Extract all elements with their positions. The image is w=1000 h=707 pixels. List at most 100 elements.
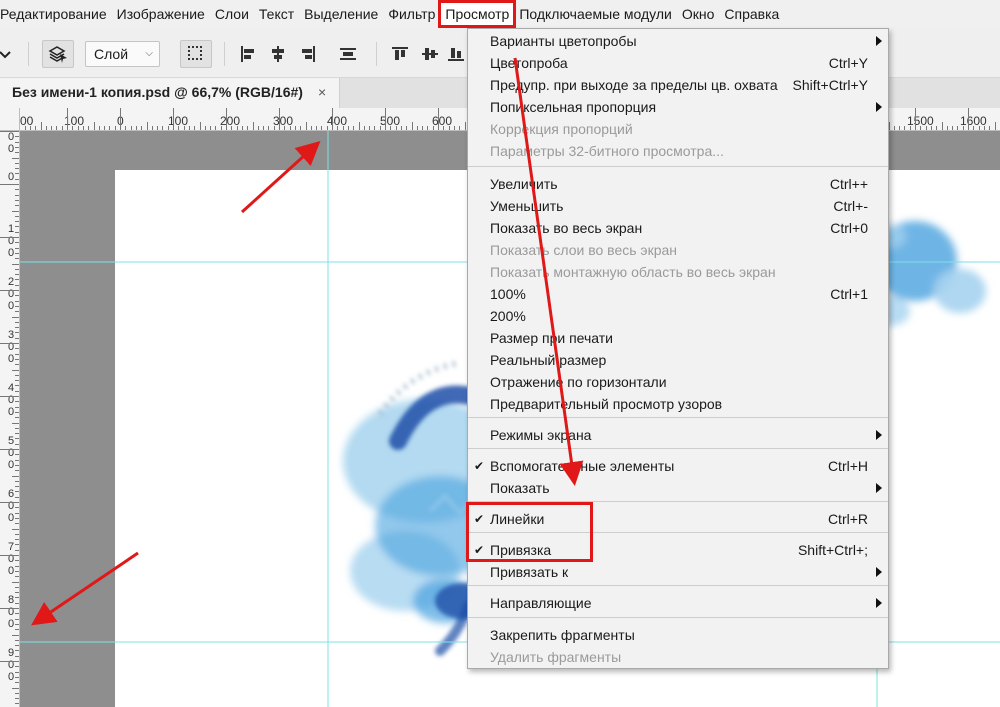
view-menu-item[interactable]: Увеличить Ctrl++ <box>468 173 888 195</box>
menu-view[interactable]: Просмотр <box>438 0 517 28</box>
ruler-tick <box>15 512 19 514</box>
view-menu-item-shortcut: Ctrl+- <box>833 198 868 214</box>
ruler-tick <box>93 122 95 130</box>
ruler-tick <box>15 221 19 223</box>
ruler-tick <box>15 698 19 700</box>
menu-window[interactable]: Окно <box>677 2 720 26</box>
view-menu-item[interactable]: Реальный размер <box>468 349 888 371</box>
ruler-tick <box>15 205 19 207</box>
view-menu-item[interactable]: Попиксельная пропорция <box>468 96 888 118</box>
menu-image[interactable]: Изображение <box>112 2 210 26</box>
align-left-button[interactable] <box>236 40 260 68</box>
ruler-tick <box>438 108 439 130</box>
ruler-tick <box>989 126 991 130</box>
bounding-box-icon <box>188 46 202 60</box>
align-hcenter-button[interactable] <box>266 40 290 68</box>
menu-plugins[interactable]: Подключаемые модули <box>514 2 677 26</box>
ruler-tick <box>210 126 212 130</box>
view-menu-item-label: Увеличить <box>490 176 558 192</box>
ruler-tick <box>0 290 19 291</box>
layer-select[interactable]: Слой ⌵ <box>85 41 160 67</box>
view-menu-item[interactable]: Отражение по горизонтали <box>468 371 888 393</box>
view-menu-item[interactable]: Режимы экрана <box>468 424 888 446</box>
view-menu-item[interactable]: Цветопроба Ctrl+Y <box>468 52 888 74</box>
ruler-tick <box>15 374 19 376</box>
ruler-tick <box>220 126 222 130</box>
view-menu-item-shortcut: Shift+Ctrl+; <box>797 542 868 558</box>
align-right-button[interactable] <box>296 40 320 68</box>
ruler-tick <box>0 555 19 556</box>
ruler-tick <box>247 126 249 130</box>
ruler-label: 800 <box>7 594 15 630</box>
ruler-tick <box>15 560 19 562</box>
view-menu-item[interactable]: Варианты цветопробы <box>468 30 888 52</box>
view-menu-item[interactable]: 100% Ctrl+1 <box>468 283 888 305</box>
ruler-tick <box>358 122 360 130</box>
ruler-tick <box>15 242 19 244</box>
ruler-tick <box>0 449 19 450</box>
view-menu-item-label: Попиксельная пропорция <box>490 99 657 115</box>
ruler-tick <box>15 406 19 408</box>
ruler-tick <box>82 126 84 130</box>
align-vcenter-button[interactable] <box>418 40 442 68</box>
ruler-tick <box>15 639 19 641</box>
view-menu-item[interactable]: 200% <box>468 305 888 327</box>
menu-edit[interactable]: Редактирование <box>0 2 112 26</box>
ruler-tick <box>15 618 19 620</box>
document-tab[interactable]: Без имени-1 копия.psd @ 66,7% (RGB/16#) … <box>0 78 340 108</box>
ruler-tick <box>252 122 254 130</box>
view-menu-item[interactable]: ✔ Вспомогательные элементы Ctrl+H <box>468 455 888 477</box>
ruler-tick <box>369 126 371 130</box>
ruler-tick <box>56 126 58 130</box>
ruler-tick <box>400 126 402 130</box>
ruler-tick <box>15 454 19 456</box>
distribute-button[interactable] <box>336 40 360 68</box>
submenu-arrow-icon <box>876 102 882 112</box>
view-menu-item[interactable]: Уменьшить Ctrl+- <box>468 195 888 217</box>
view-menu-item-label: Режимы экрана <box>490 427 592 443</box>
ruler-tick <box>215 126 217 130</box>
ruler-tick <box>15 348 19 350</box>
view-menu-item[interactable]: Направляющие <box>468 592 888 614</box>
menu-filter[interactable]: Фильтр <box>383 2 440 26</box>
ruler-tick <box>15 247 19 249</box>
ruler-tick <box>12 263 19 265</box>
view-menu-item[interactable]: Показать <box>468 477 888 499</box>
view-menu-item[interactable]: Предупр. при выходе за пределы цв. охват… <box>468 74 888 96</box>
menu-help[interactable]: Справка <box>719 2 784 26</box>
ruler-tick <box>15 586 19 588</box>
view-menu-item[interactable]: Привязать к <box>468 561 888 583</box>
chevron-down-icon: ⌵ <box>145 48 153 59</box>
ruler-tick <box>15 464 19 466</box>
menu-type[interactable]: Текст <box>254 2 299 26</box>
menu-select[interactable]: Выделение <box>299 2 383 26</box>
view-menu-item[interactable]: Показать во весь экран Ctrl+0 <box>468 217 888 239</box>
transform-controls-button[interactable] <box>180 40 212 68</box>
view-menu-item[interactable]: Закрепить фрагменты <box>468 624 888 646</box>
align-bottom-button[interactable] <box>446 40 466 68</box>
vertical-ruler[interactable]: 000100200300400500600700800900 <box>0 131 20 707</box>
checkmark-icon: ✔ <box>474 459 485 473</box>
auto-select-layer-button[interactable] <box>42 40 74 68</box>
ruler-tick <box>151 126 153 130</box>
ruler-corner[interactable] <box>0 108 20 131</box>
align-top-button[interactable] <box>388 40 412 68</box>
view-menu-item-label: Показать во весь экран <box>490 220 643 236</box>
ruler-tick <box>15 613 19 615</box>
ruler-tick <box>15 480 19 482</box>
ruler-label: 700 <box>7 541 15 577</box>
ruler-tick <box>15 443 19 445</box>
ruler-tick <box>946 126 948 130</box>
tool-dropdown-arrow[interactable] <box>0 40 16 68</box>
submenu-arrow-icon <box>876 483 882 493</box>
ruler-tick <box>77 126 79 130</box>
ruler-tick <box>941 122 943 130</box>
ruler-tick <box>15 703 19 705</box>
menu-layers[interactable]: Слои <box>210 2 254 26</box>
close-icon[interactable]: × <box>318 84 326 100</box>
view-menu-item[interactable]: Предварительный просмотр узоров <box>468 393 888 415</box>
ruler-tick <box>72 126 74 130</box>
view-menu-item[interactable]: Размер при печати <box>468 327 888 349</box>
ruler-tick <box>15 358 19 360</box>
ruler-tick <box>273 126 275 130</box>
